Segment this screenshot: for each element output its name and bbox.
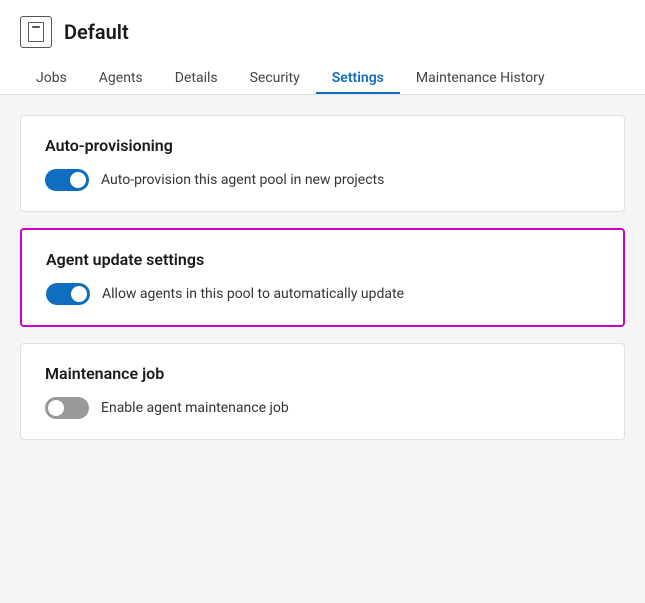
tab-maintenance-history[interactable]: Maintenance History [400, 62, 561, 94]
nav-tabs: Jobs Agents Details Security Settings Ma… [20, 62, 625, 94]
auto-provisioning-title: Auto-provisioning [45, 136, 600, 155]
auto-provisioning-card: Auto-provisioning Auto-provision this ag… [20, 115, 625, 212]
title-row: Default [20, 16, 625, 48]
maintenance-job-toggle-track [45, 397, 89, 419]
auto-provisioning-toggle-row: Auto-provision this agent pool in new pr… [45, 169, 600, 191]
maintenance-job-toggle-thumb [48, 400, 64, 416]
auto-provisioning-toggle-track [45, 169, 89, 191]
maintenance-job-card: Maintenance job Enable agent maintenance… [20, 343, 625, 440]
agent-update-toggle[interactable] [46, 283, 90, 305]
agent-update-toggle-thumb [71, 286, 87, 302]
pool-icon [20, 16, 52, 48]
nav-tabs-container: Jobs Agents Details Security Settings Ma… [20, 62, 625, 94]
maintenance-job-title: Maintenance job [45, 364, 600, 383]
auto-provisioning-toggle-label: Auto-provision this agent pool in new pr… [101, 172, 384, 188]
maintenance-job-toggle-row: Enable agent maintenance job [45, 397, 600, 419]
maintenance-job-toggle[interactable] [45, 397, 89, 419]
agent-update-toggle-label: Allow agents in this pool to automatical… [102, 286, 404, 302]
tab-security[interactable]: Security [234, 62, 316, 94]
maintenance-job-toggle-label: Enable agent maintenance job [101, 400, 289, 416]
auto-provisioning-toggle-thumb [70, 172, 86, 188]
agent-update-title: Agent update settings [46, 250, 599, 269]
page-title: Default [64, 20, 129, 44]
page-header: Default Jobs Agents Details Security Set… [0, 0, 645, 95]
tab-details[interactable]: Details [159, 62, 234, 94]
agent-update-toggle-row: Allow agents in this pool to automatical… [46, 283, 599, 305]
tab-settings[interactable]: Settings [316, 62, 400, 94]
agent-update-toggle-track [46, 283, 90, 305]
main-content: Auto-provisioning Auto-provision this ag… [0, 95, 645, 460]
tab-jobs[interactable]: Jobs [20, 62, 83, 94]
auto-provisioning-toggle[interactable] [45, 169, 89, 191]
tab-agents[interactable]: Agents [83, 62, 159, 94]
agent-update-card: Agent update settings Allow agents in th… [20, 228, 625, 327]
pool-icon-inner [28, 22, 44, 42]
